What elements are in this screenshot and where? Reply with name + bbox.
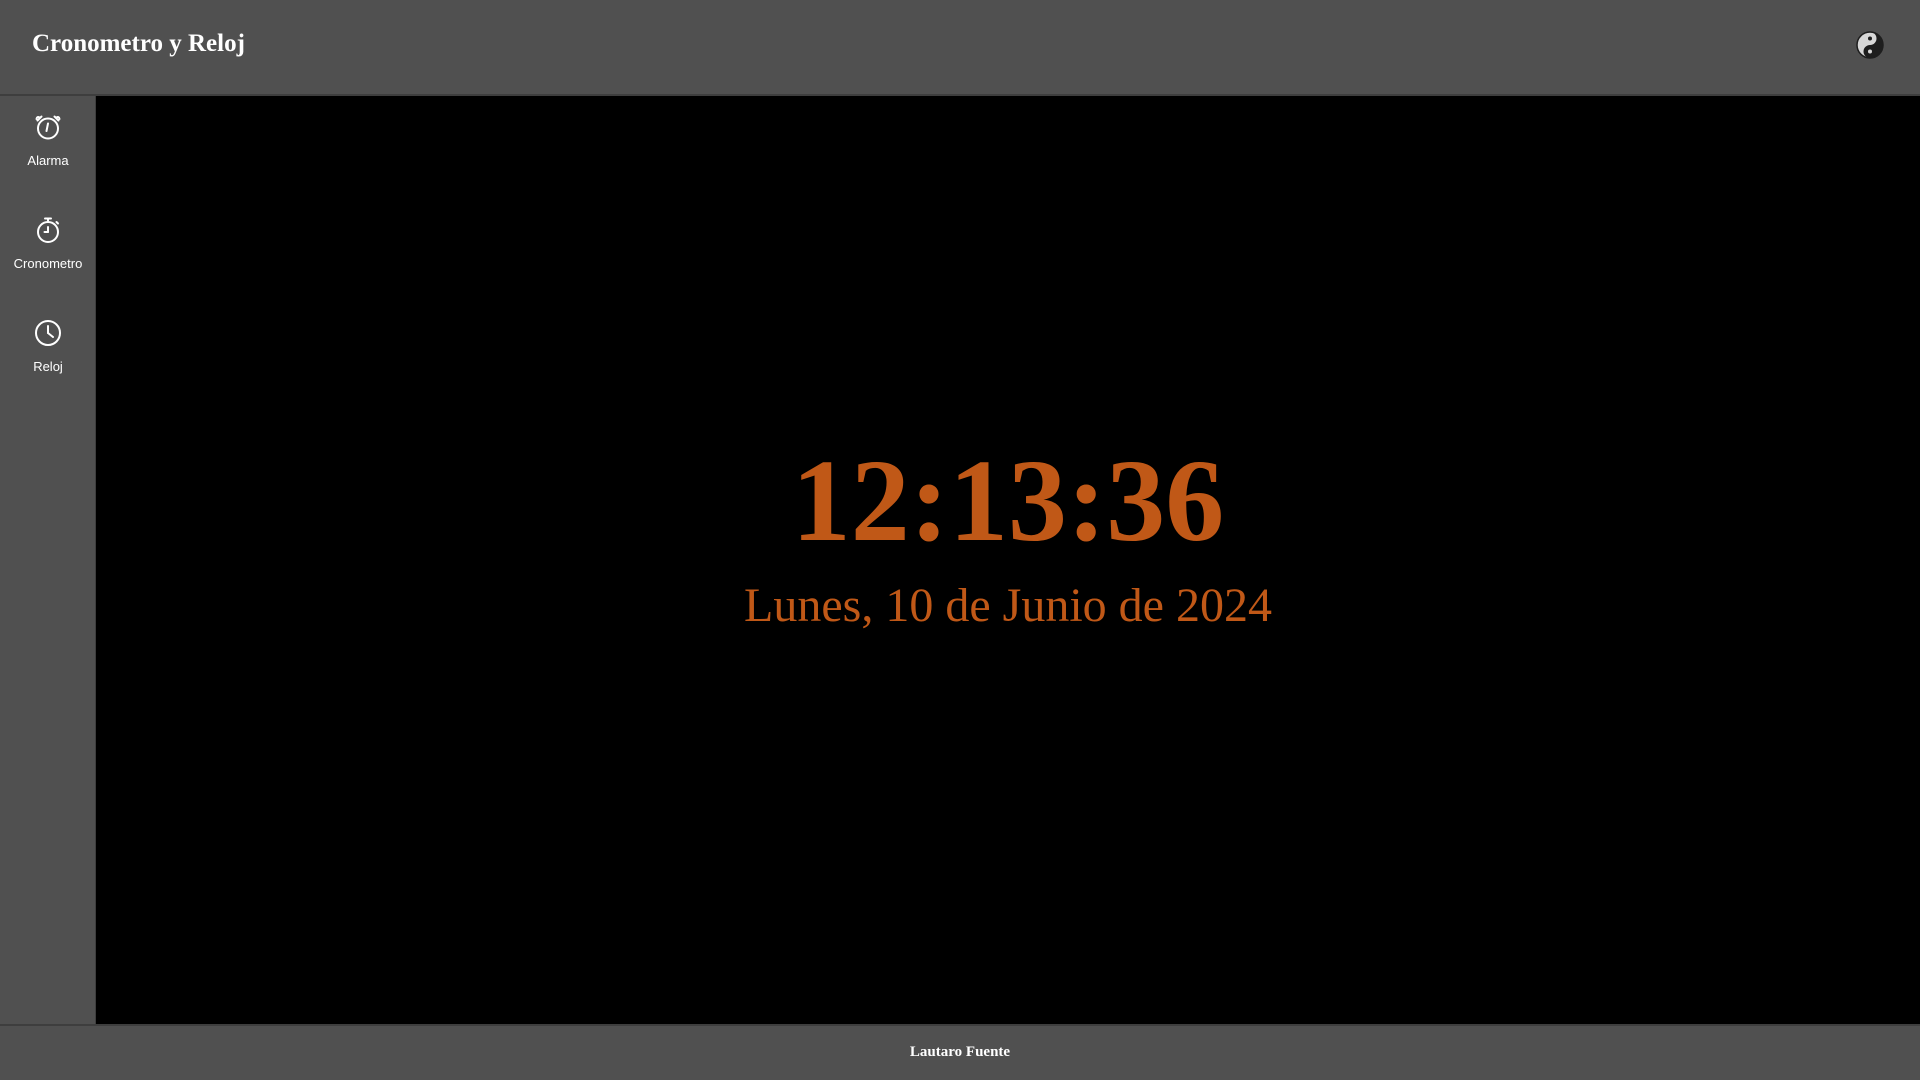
sidebar-item-alarma[interactable]: Alarma bbox=[0, 96, 96, 176]
sidebar: Alarma Cronometro Reloj bbox=[0, 96, 96, 1024]
footer: Lautaro Fuente bbox=[0, 1024, 1920, 1080]
alarm-clock-icon bbox=[33, 112, 63, 142]
sidebar-item-reloj[interactable]: Reloj bbox=[0, 302, 96, 382]
clock-icon bbox=[33, 318, 63, 348]
clock-date: Lunes, 10 de Junio de 2024 bbox=[744, 579, 1272, 632]
sidebar-item-label: Reloj bbox=[33, 359, 63, 374]
main-content: 12:13:36 Lunes, 10 de Junio de 2024 bbox=[96, 96, 1920, 1024]
sidebar-item-label: Alarma bbox=[27, 153, 69, 168]
stopwatch-icon bbox=[33, 215, 63, 245]
app-window: Cronometro y Reloj Alarma Cronometro Rel… bbox=[0, 0, 1920, 1080]
theme-toggle-button[interactable] bbox=[1855, 30, 1885, 60]
app-title: Cronometro y Reloj bbox=[32, 30, 245, 57]
sidebar-item-cronometro[interactable]: Cronometro bbox=[0, 199, 96, 279]
footer-author: Lautaro Fuente bbox=[909, 1044, 1011, 1060]
yin-yang-icon bbox=[1855, 30, 1885, 60]
clock-time: 12:13:36 bbox=[791, 435, 1225, 566]
sidebar-item-label: Cronometro bbox=[13, 256, 83, 271]
top-bar: Cronometro y Reloj bbox=[0, 0, 1920, 96]
